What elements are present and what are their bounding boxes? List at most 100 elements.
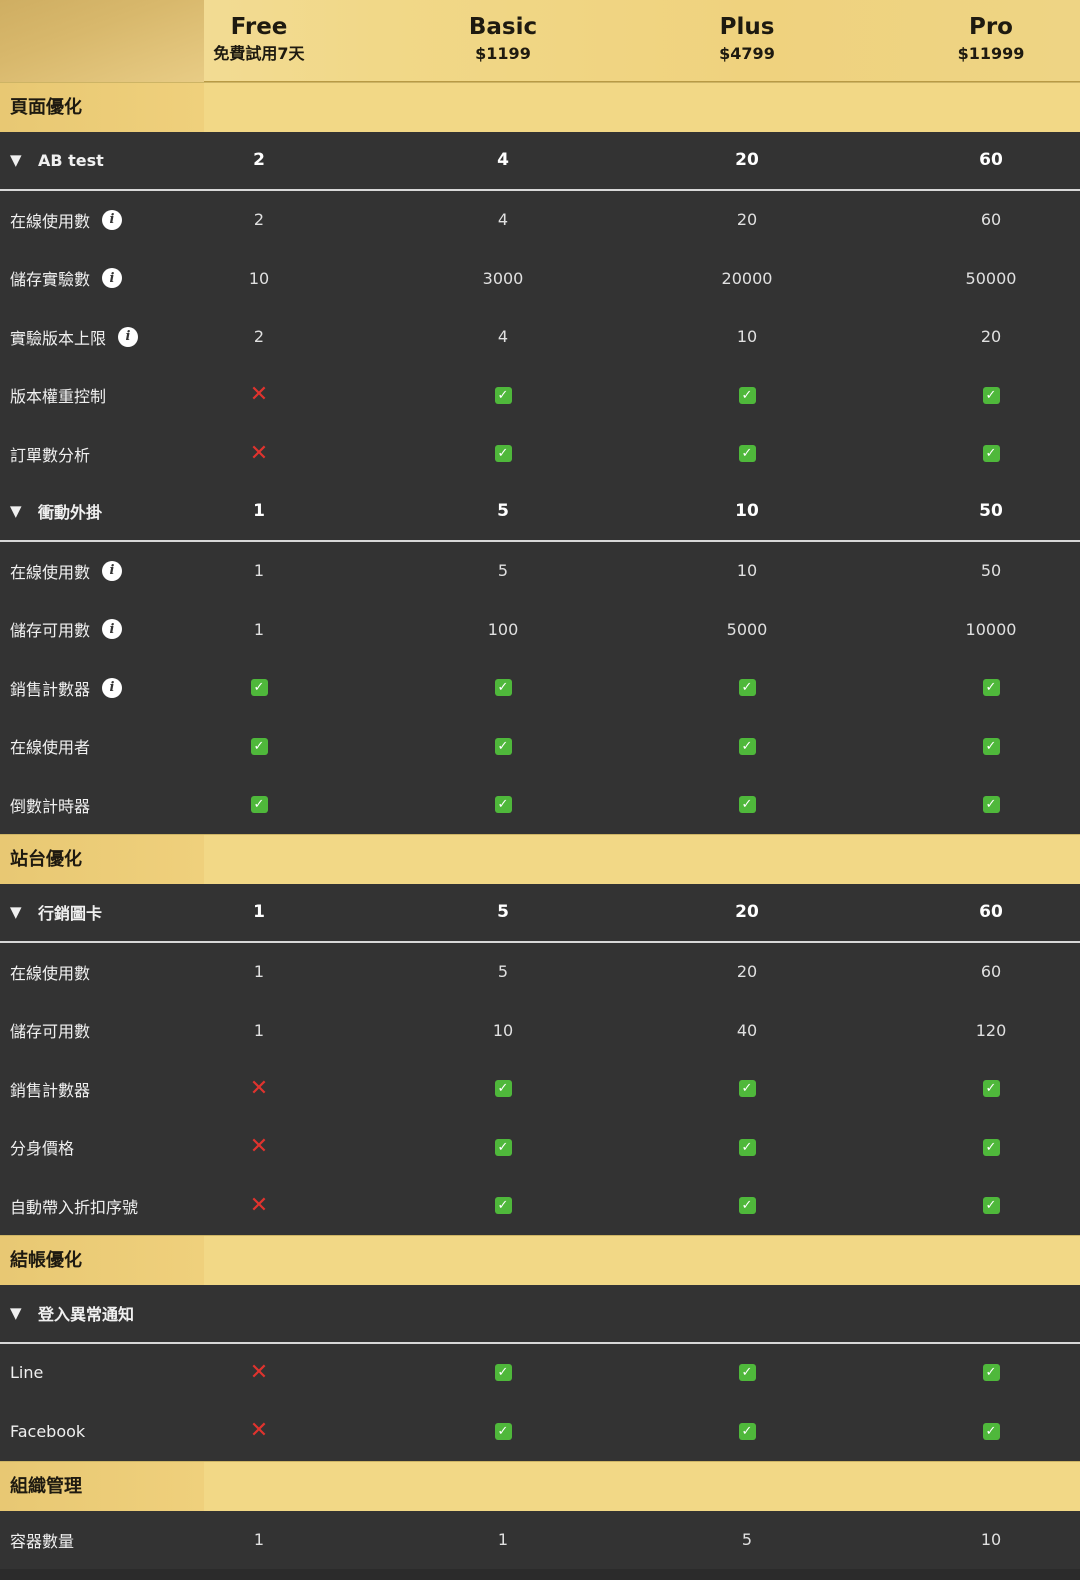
cross-icon: ✕: [249, 1359, 269, 1385]
collapse-triangle-icon[interactable]: ▼: [10, 502, 26, 520]
check-icon: ✓: [982, 445, 1000, 463]
row-label-text: Line: [10, 1363, 44, 1383]
row-label-text: 版本權重控制: [10, 387, 107, 407]
check-icon: ✓: [982, 1197, 1000, 1215]
plan-name: Free: [230, 14, 288, 40]
cell-basic: 4: [497, 210, 509, 230]
row-label-text: 行銷圖卡: [38, 904, 103, 924]
plan-header: Free 免費試用7天 Basic $1199 Plus $4799 Pro $11999: [0, 0, 1080, 82]
cell-plus: ✓: [687, 1060, 807, 1119]
row-label: ▼ 行銷圖卡: [10, 884, 102, 941]
group-row[interactable]: ▼ 衝動外掛 1 5 10 50: [0, 483, 1080, 542]
cell-basic: 100: [487, 619, 519, 639]
row-label-text: 儲存可用數: [10, 621, 91, 641]
feature-row: 在線使用數 1 5 20 60: [0, 942, 1080, 1002]
cell-basic: ✓: [443, 1344, 563, 1403]
check-icon: ✓: [982, 1364, 1000, 1382]
row-label: ▼ 衝動外掛: [10, 483, 102, 540]
row-label-text: 儲存可用數: [10, 1022, 91, 1042]
cell-basic: 5: [497, 501, 509, 522]
cell-basic: 4: [497, 327, 509, 347]
cell-pro: ✓: [931, 1344, 1051, 1403]
section-header: 站台優化: [0, 834, 1080, 884]
cross-icon: ✕: [249, 1134, 269, 1160]
cell-plus: 10: [735, 501, 759, 522]
feature-row: 銷售計數器 i ✓ ✓ ✓ ✓: [0, 658, 1080, 718]
collapse-triangle-icon[interactable]: ▼: [10, 151, 26, 169]
cell-pro: 10000: [965, 619, 1017, 639]
group-row[interactable]: ▼ AB test 2 4 20 60: [0, 132, 1080, 191]
cell-plus: ✓: [687, 717, 807, 776]
check-icon: ✓: [738, 796, 756, 814]
cell-free: 1: [253, 962, 265, 982]
plan-pro: Pro $11999: [891, 12, 1080, 66]
cell-pro: 60: [980, 210, 1002, 230]
cell-pro: ✓: [931, 659, 1051, 718]
check-icon: ✓: [982, 1080, 1000, 1098]
info-icon[interactable]: i: [102, 268, 123, 289]
row-label: 倒數計時器: [10, 776, 90, 835]
row-label: 銷售計數器: [10, 1060, 90, 1119]
feature-row: 在線使用數 i 1 5 10 50: [0, 541, 1080, 601]
collapse-triangle-icon[interactable]: ▼: [10, 1304, 26, 1322]
plan-price: $11999: [957, 44, 1025, 63]
row-label-text: 自動帶入折扣序號: [10, 1197, 139, 1217]
cell-basic: 5: [497, 561, 509, 581]
cell-pro: ✓: [931, 1402, 1051, 1461]
info-icon[interactable]: i: [118, 326, 139, 347]
feature-row: Facebook ✕ ✓ ✓ ✓: [0, 1402, 1080, 1461]
info-icon[interactable]: i: [102, 560, 123, 581]
row-label-text: 訂單數分析: [10, 445, 91, 465]
feature-row: 儲存可用數 i 1 100 5000 10000: [0, 600, 1080, 659]
feature-row: 銷售計數器 ✕ ✓ ✓ ✓: [0, 1059, 1080, 1119]
cell-plus: 20000: [721, 268, 773, 288]
cell-pro: 60: [979, 902, 1003, 923]
row-label: 在線使用數: [10, 943, 90, 1002]
cell-pro: 50: [979, 501, 1003, 522]
cell-basic: ✓: [443, 1118, 563, 1177]
cell-pro: 60: [979, 150, 1003, 171]
check-icon: ✓: [982, 386, 1000, 404]
group-row[interactable]: ▼ 行銷圖卡 1 5 20 60: [0, 884, 1080, 943]
plan-plus: Plus $4799: [647, 12, 847, 66]
cell-plus: 20: [736, 962, 758, 982]
cell-basic: ✓: [443, 717, 563, 776]
plan-name: Basic: [468, 14, 538, 40]
info-icon[interactable]: i: [102, 619, 123, 640]
cell-basic: ✓: [443, 659, 563, 718]
section-label: 頁面優化: [10, 97, 82, 118]
check-icon: ✓: [494, 679, 512, 697]
plan-name: Pro: [968, 14, 1013, 40]
row-label: 在線使用數 i: [10, 542, 123, 601]
plan-free: Free 免費試用7天: [159, 12, 359, 66]
cell-free: 1: [253, 1020, 265, 1040]
row-label-text: 衝動外掛: [38, 503, 103, 523]
cell-free: ✕: [199, 1118, 319, 1177]
section-label: 結帳優化: [10, 1250, 82, 1271]
feature-row: 訂單數分析 ✕ ✓ ✓ ✓: [0, 424, 1080, 483]
info-icon[interactable]: i: [102, 677, 123, 698]
check-icon: ✓: [982, 1422, 1000, 1440]
row-label: ▼ 登入異常通知: [10, 1285, 134, 1342]
cell-pro: 120: [975, 1020, 1007, 1040]
check-icon: ✓: [250, 737, 268, 755]
info-icon[interactable]: i: [102, 209, 123, 230]
cell-free: ✕: [199, 1402, 319, 1461]
pricing-table: Free 免費試用7天 Basic $1199 Plus $4799 Pro $11999 頁…: [0, 0, 1080, 1569]
feature-row: 倒數計時器 ✓ ✓ ✓ ✓: [0, 775, 1080, 835]
cell-free: 1: [253, 501, 265, 522]
cross-icon: ✕: [249, 1418, 269, 1444]
cell-free: ✕: [199, 1344, 319, 1403]
group-row[interactable]: ▼ 登入異常通知: [0, 1285, 1080, 1344]
cell-plus: 40: [736, 1020, 758, 1040]
cell-pro: 50: [980, 561, 1002, 581]
check-icon: ✓: [738, 737, 756, 755]
collapse-triangle-icon[interactable]: ▼: [10, 903, 26, 921]
check-icon: ✓: [982, 737, 1000, 755]
feature-row: Line ✕ ✓ ✓ ✓: [0, 1343, 1080, 1403]
row-label: 儲存可用數 i: [10, 600, 123, 659]
plan-price: $1199: [475, 44, 531, 63]
feature-row: 在線使用數 i 2 4 20 60: [0, 190, 1080, 249]
feature-row: 自動帶入折扣序號 ✕ ✓ ✓ ✓: [0, 1176, 1080, 1235]
row-label-text: 實驗版本上限: [10, 328, 107, 348]
